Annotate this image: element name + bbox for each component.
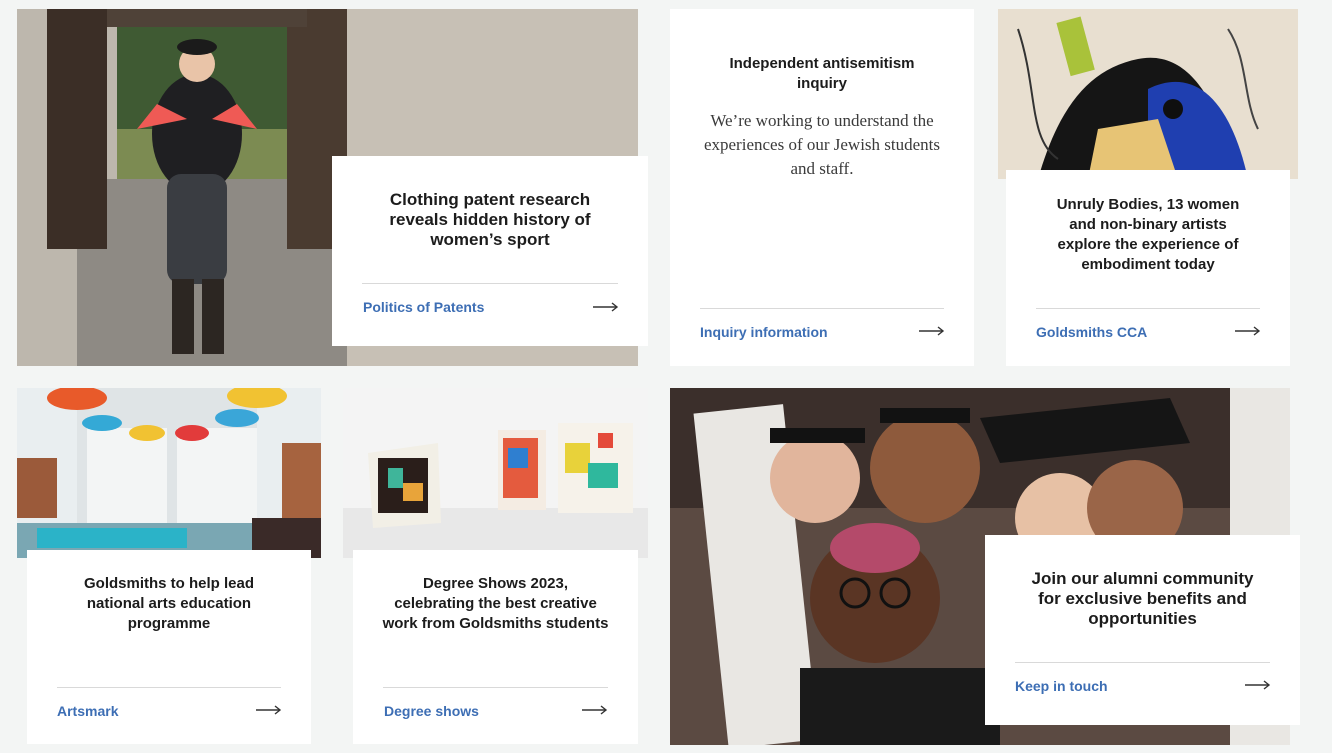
card-title: Clothing patent research reveals hidden … [389, 190, 591, 249]
divider [362, 283, 618, 284]
classroom-umbrellas-photo [17, 388, 321, 558]
patent-research-card[interactable]: Clothing patent research reveals hidden … [332, 156, 648, 346]
card-description: We’re working to understand the experien… [703, 111, 941, 178]
degree-shows-card[interactable]: Degree Shows 2023, celebrating the best … [353, 550, 638, 744]
long-right-arrow-icon[interactable] [256, 705, 282, 715]
gallery-paintings-photo [343, 388, 648, 558]
artsmark-card[interactable]: Goldsmiths to help lead national arts ed… [27, 550, 311, 744]
long-right-arrow-icon[interactable] [582, 705, 608, 715]
degree-shows-image[interactable] [343, 388, 648, 558]
long-right-arrow-icon[interactable] [1235, 326, 1261, 336]
degree-shows-link[interactable]: Degree shows [384, 703, 479, 719]
inquiry-information-link[interactable]: Inquiry information [700, 324, 828, 340]
artsmark-image[interactable] [17, 388, 321, 558]
card-title: Join our alumni community for exclusive … [1031, 569, 1254, 628]
card-title: Unruly Bodies, 13 women and non-binary a… [1056, 196, 1240, 273]
divider [383, 687, 608, 688]
unruly-bodies-image[interactable] [998, 9, 1298, 179]
antisemitism-inquiry-card[interactable]: Independent antisemitism inquiry We’re w… [670, 9, 974, 366]
card-title: Goldsmiths to help lead national arts ed… [83, 575, 255, 632]
keep-in-touch-link[interactable]: Keep in touch [1015, 678, 1108, 694]
artsmark-link[interactable]: Artsmark [57, 703, 118, 719]
unruly-bodies-card[interactable]: Unruly Bodies, 13 women and non-binary a… [1006, 170, 1290, 366]
divider [700, 308, 944, 309]
goldsmiths-cca-link[interactable]: Goldsmiths CCA [1036, 324, 1147, 340]
divider [1036, 308, 1260, 309]
divider [1015, 662, 1270, 663]
long-right-arrow-icon[interactable] [1245, 680, 1271, 690]
abstract-painting-photo [998, 9, 1298, 179]
card-title: Degree Shows 2023, celebrating the best … [382, 575, 609, 632]
divider [57, 687, 281, 688]
alumni-card[interactable]: Join our alumni community for exclusive … [985, 535, 1300, 725]
politics-of-patents-link[interactable]: Politics of Patents [363, 299, 484, 315]
card-title: Independent antisemitism inquiry [729, 55, 915, 92]
long-right-arrow-icon[interactable] [919, 326, 945, 336]
long-right-arrow-icon[interactable] [593, 302, 619, 312]
